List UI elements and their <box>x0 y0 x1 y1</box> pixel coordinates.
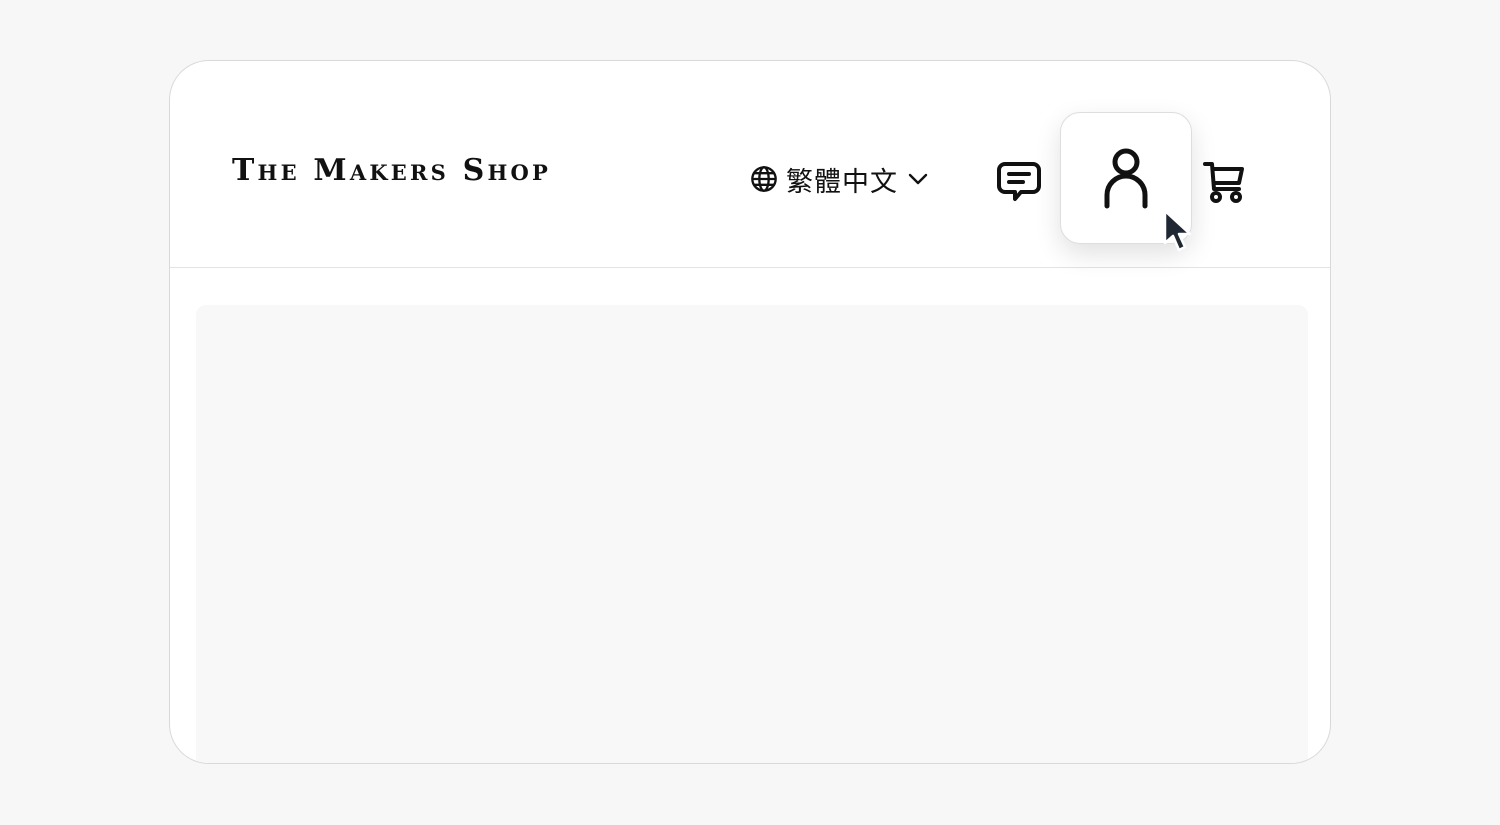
user-account-icon <box>1102 146 1150 210</box>
mouse-pointer-icon <box>1162 209 1196 253</box>
browser-window: The Makers Shop 繁體中文 <box>169 60 1331 764</box>
shopping-cart-icon[interactable] <box>1199 157 1249 207</box>
chevron-down-icon <box>906 167 930 191</box>
content-placeholder <box>196 305 1308 763</box>
page-background: The Makers Shop 繁體中文 <box>0 0 1500 825</box>
language-selector[interactable]: 繁體中文 <box>750 159 930 199</box>
language-label: 繁體中文 <box>786 166 898 198</box>
site-logo[interactable]: The Makers Shop <box>232 153 551 188</box>
globe-icon <box>750 165 778 193</box>
chat-message-icon[interactable] <box>994 157 1044 207</box>
site-header: The Makers Shop 繁體中文 <box>170 61 1330 268</box>
